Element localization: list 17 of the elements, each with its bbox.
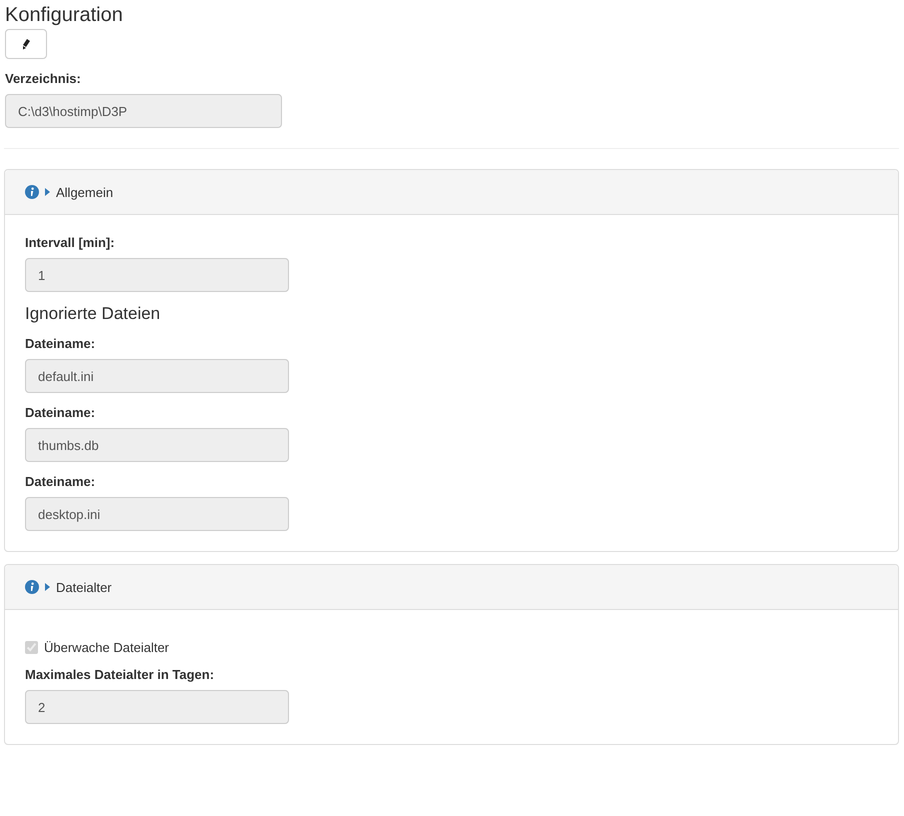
field-label: Maximales Dateialter in Tagen: — [25, 667, 216, 682]
field-label: Dateiname: — [25, 336, 96, 351]
panel-title[interactable]: Allgemein — [56, 184, 114, 200]
section-heading: Ignorierte Dateien — [25, 304, 162, 324]
field-label: Dateiname: — [25, 405, 96, 420]
checkbox-label: Überwache Dateialter — [44, 640, 170, 655]
field-label: Intervall [min]: — [25, 235, 116, 250]
caret-icon[interactable] — [45, 188, 50, 196]
info-icon[interactable] — [25, 580, 39, 594]
field-label: Dateiname: — [25, 474, 96, 489]
panel-title[interactable]: Dateialter — [56, 580, 112, 594]
page-title: Konfiguration — [4, 3, 124, 26]
pencil-icon — [20, 38, 32, 50]
caret-icon[interactable] — [45, 583, 50, 591]
field-label: Verzeichnis: — [5, 71, 82, 86]
edit-button[interactable] — [5, 29, 47, 59]
info-icon[interactable] — [25, 185, 39, 199]
